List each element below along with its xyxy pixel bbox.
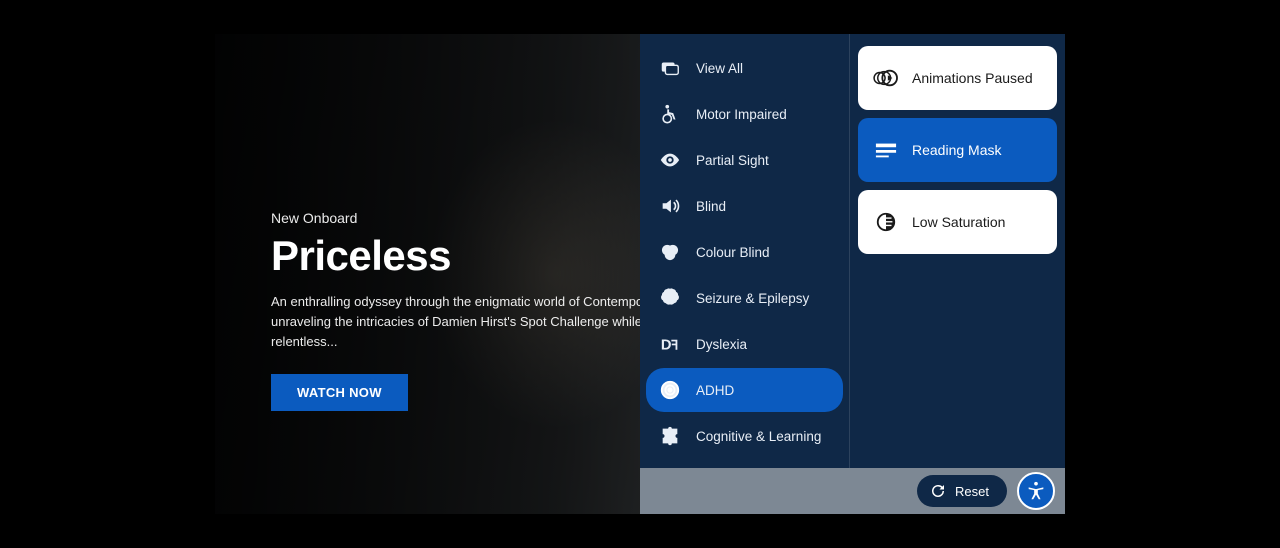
reset-button[interactable]: Reset bbox=[917, 475, 1007, 507]
profile-colour-blind[interactable]: Colour Blind bbox=[646, 230, 843, 274]
accessibility-options-list: Animations Paused Reading Mask Low Satur… bbox=[850, 34, 1065, 468]
accessibility-panel: View All Motor Impaired Partial Sight Bl… bbox=[640, 34, 1065, 514]
profile-partial-sight[interactable]: Partial Sight bbox=[646, 138, 843, 182]
accessibility-profile-list: View All Motor Impaired Partial Sight Bl… bbox=[640, 34, 850, 468]
profile-label: Blind bbox=[696, 199, 726, 214]
target-icon bbox=[658, 378, 682, 402]
cards-icon bbox=[658, 56, 682, 80]
profile-cognitive-learning[interactable]: Cognitive & Learning bbox=[646, 414, 843, 458]
profile-label: Seizure & Epilepsy bbox=[696, 291, 809, 306]
svg-text:ꟻ: ꟻ bbox=[671, 338, 678, 353]
dyslexia-icon: Dꟻ bbox=[658, 332, 682, 356]
profile-motor-impaired[interactable]: Motor Impaired bbox=[646, 92, 843, 136]
profile-label: Cognitive & Learning bbox=[696, 429, 821, 444]
watch-now-button[interactable]: WATCH NOW bbox=[271, 374, 408, 411]
option-low-saturation[interactable]: Low Saturation bbox=[858, 190, 1057, 254]
option-reading-mask[interactable]: Reading Mask bbox=[858, 118, 1057, 182]
accessibility-footer: Reset bbox=[640, 468, 1065, 514]
puzzle-icon bbox=[658, 424, 682, 448]
option-animations-paused[interactable]: Animations Paused bbox=[858, 46, 1057, 110]
eye-icon bbox=[658, 148, 682, 172]
accessibility-icon bbox=[1025, 480, 1047, 502]
profile-label: Partial Sight bbox=[696, 153, 769, 168]
pause-animation-icon bbox=[872, 66, 900, 90]
profile-adhd[interactable]: ADHD bbox=[646, 368, 843, 412]
profile-label: ADHD bbox=[696, 383, 734, 398]
profile-label: Dyslexia bbox=[696, 337, 747, 352]
profile-blind[interactable]: Blind bbox=[646, 184, 843, 228]
option-label: Animations Paused bbox=[912, 70, 1033, 86]
brain-icon bbox=[658, 286, 682, 310]
accessibility-fab[interactable] bbox=[1017, 472, 1055, 510]
contrast-icon bbox=[872, 210, 900, 234]
speaker-icon bbox=[658, 194, 682, 218]
accessibility-panel-body: View All Motor Impaired Partial Sight Bl… bbox=[640, 34, 1065, 468]
option-label: Low Saturation bbox=[912, 214, 1005, 230]
reading-mask-icon bbox=[872, 138, 900, 162]
svg-text:D: D bbox=[661, 338, 672, 354]
profile-label: View All bbox=[696, 61, 743, 76]
venn-icon bbox=[658, 240, 682, 264]
profile-label: Motor Impaired bbox=[696, 107, 787, 122]
profile-label: Colour Blind bbox=[696, 245, 770, 260]
reset-label: Reset bbox=[955, 484, 989, 499]
profile-seizure-epilepsy[interactable]: Seizure & Epilepsy bbox=[646, 276, 843, 320]
option-label: Reading Mask bbox=[912, 142, 1002, 158]
profile-dyslexia[interactable]: Dꟻ Dyslexia bbox=[646, 322, 843, 366]
profile-view-all[interactable]: View All bbox=[646, 46, 843, 90]
reset-icon bbox=[929, 482, 947, 500]
wheelchair-icon bbox=[658, 102, 682, 126]
